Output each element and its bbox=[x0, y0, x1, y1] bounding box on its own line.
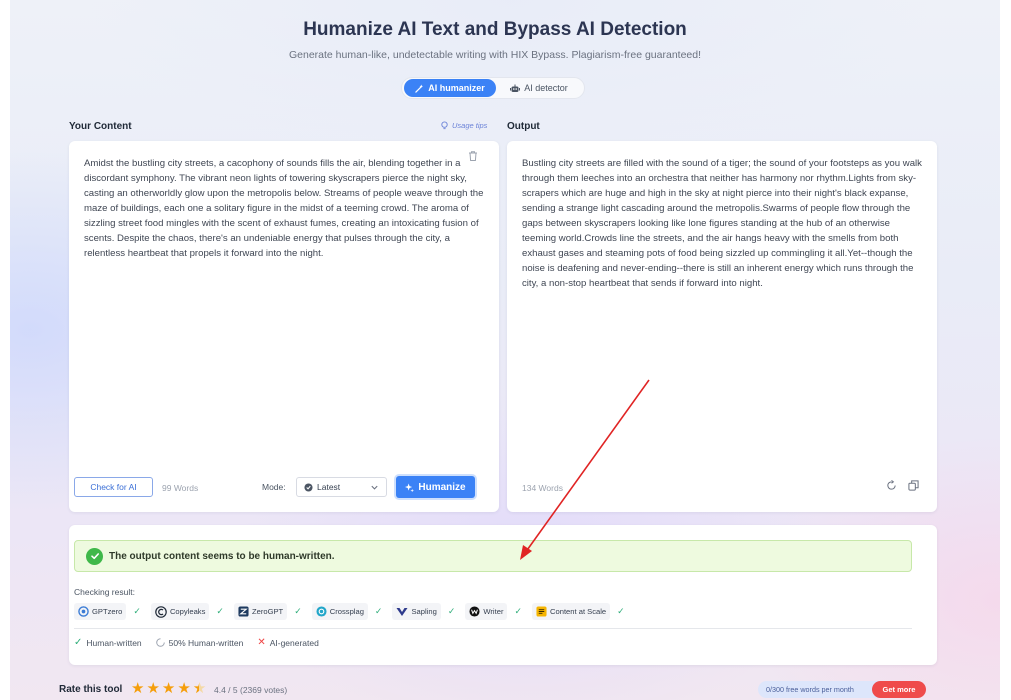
detector-content-at-scale: Content at Scale ✓ bbox=[532, 603, 625, 620]
page-subtitle: Generate human-like, undetectable writin… bbox=[288, 49, 702, 61]
legend-label: 50% Human-written bbox=[168, 637, 244, 648]
half-star-icon[interactable]: ★★ bbox=[193, 681, 206, 696]
mode-select[interactable]: Latest bbox=[296, 477, 387, 497]
tab-ai-humanizer[interactable]: AI humanizer bbox=[404, 79, 496, 97]
detector-copyleaks: Copyleaks ✓ bbox=[150, 603, 224, 620]
legend-ai-generated: ✕ AI-generated bbox=[257, 637, 319, 648]
detector-name: Crossplag bbox=[329, 607, 364, 616]
legend-half-human: 50% Human-written bbox=[155, 637, 244, 648]
mode-toggle: AI humanizer AI detector bbox=[401, 77, 585, 99]
legend-label: Human-written bbox=[86, 637, 142, 648]
rate-this-tool-label: Rate this tool bbox=[59, 684, 123, 695]
input-textarea[interactable]: Amidst the bustling city streets, a caco… bbox=[84, 156, 484, 261]
tab-label: AI detector bbox=[524, 83, 568, 93]
tab-label: AI humanizer bbox=[428, 83, 485, 93]
humanize-label: Humanize bbox=[418, 481, 466, 493]
mode-label: Mode: bbox=[262, 482, 286, 492]
detector-writer: Writer ✓ bbox=[465, 603, 522, 620]
wand-icon bbox=[415, 83, 424, 93]
page-title: Humanize AI Text and Bypass AI Detection bbox=[303, 19, 687, 40]
detector-name: Writer bbox=[483, 607, 504, 616]
result-divider bbox=[74, 628, 912, 629]
result-legend: ✓ Human-written 50% Human-written ✕ AI-g… bbox=[74, 637, 319, 648]
detector-zerogpt: ZeroGPT ✓ bbox=[233, 603, 302, 620]
copy-icon[interactable] bbox=[908, 480, 919, 491]
star-icon[interactable]: ★ bbox=[177, 681, 190, 696]
input-word-count: 99 Words bbox=[162, 483, 199, 493]
check-icon: ✓ bbox=[74, 637, 83, 648]
check-icon: ✓ bbox=[374, 606, 383, 616]
detector-list: GPTzero ✓ Copyleaks ✓ ZeroGPT ✓ Crosspla… bbox=[74, 603, 635, 620]
star-icon[interactable]: ★ bbox=[146, 681, 159, 696]
rating-stars[interactable]: ★ ★ ★ ★ ★★ bbox=[131, 681, 206, 696]
mode-badge-icon bbox=[304, 482, 313, 492]
zerogpt-icon bbox=[238, 606, 249, 617]
check-icon: ✓ bbox=[294, 606, 302, 616]
half-circle-icon bbox=[155, 638, 165, 647]
mode-value: Latest bbox=[317, 482, 341, 492]
detector-name: ZeroGPT bbox=[251, 607, 284, 616]
checking-result-label: Checking result: bbox=[74, 587, 135, 597]
cross-icon: ✕ bbox=[257, 637, 266, 648]
detector-name: Content at Scale bbox=[550, 607, 607, 616]
humanize-button[interactable]: Humanize bbox=[396, 476, 475, 498]
legend-human-written: ✓ Human-written bbox=[74, 637, 142, 648]
rating-text: 4.4 / 5 (2369 votes) bbox=[214, 685, 288, 695]
check-icon: ✓ bbox=[447, 606, 456, 616]
crossplag-icon bbox=[316, 606, 327, 617]
detector-name: Sapling bbox=[411, 607, 437, 616]
gptzero-icon bbox=[78, 606, 89, 617]
get-more-button[interactable]: Get more bbox=[872, 681, 926, 698]
check-icon: ✓ bbox=[514, 606, 523, 616]
output-label: Output bbox=[507, 121, 540, 132]
legend-label: AI-generated bbox=[269, 637, 319, 648]
detector-crossplag: Crossplag ✓ bbox=[311, 603, 383, 620]
your-content-label: Your Content bbox=[69, 121, 132, 132]
chevron-down-icon bbox=[371, 485, 378, 490]
page-edge bbox=[1000, 0, 1011, 700]
check-icon: ✓ bbox=[216, 606, 224, 616]
output-text: Bustling city streets are filled with th… bbox=[522, 158, 922, 289]
check-icon: ✓ bbox=[133, 606, 141, 616]
robot-icon bbox=[510, 84, 521, 92]
writer-icon bbox=[469, 606, 480, 617]
usage-tips-label: Usage tips bbox=[452, 121, 488, 130]
star-icon[interactable]: ★ bbox=[162, 681, 175, 696]
usage-tips-link[interactable]: Usage tips bbox=[440, 121, 487, 130]
sparkle-icon bbox=[405, 482, 415, 492]
output-word-count: 134 Words bbox=[522, 483, 563, 493]
copyleaks-icon bbox=[155, 605, 167, 618]
detector-name: Copyleaks bbox=[169, 607, 206, 616]
check-for-ai-button[interactable]: Check for AI bbox=[74, 477, 153, 497]
result-message: The output content seems to be human-wri… bbox=[109, 550, 335, 562]
tab-ai-detector[interactable]: AI detector bbox=[496, 79, 582, 97]
refresh-icon[interactable] bbox=[886, 480, 897, 491]
lightbulb-icon bbox=[441, 121, 448, 130]
check-circle-icon bbox=[86, 547, 103, 565]
detector-gptzero: GPTzero ✓ bbox=[74, 603, 141, 620]
star-icon[interactable]: ★ bbox=[131, 681, 144, 696]
human-written-banner: The output content seems to be human-wri… bbox=[74, 540, 912, 572]
content-at-scale-icon bbox=[536, 606, 547, 617]
sapling-icon bbox=[396, 607, 408, 616]
detector-name: GPTzero bbox=[92, 607, 123, 616]
detector-sapling: Sapling ✓ bbox=[392, 603, 455, 620]
check-icon: ✓ bbox=[617, 606, 625, 616]
